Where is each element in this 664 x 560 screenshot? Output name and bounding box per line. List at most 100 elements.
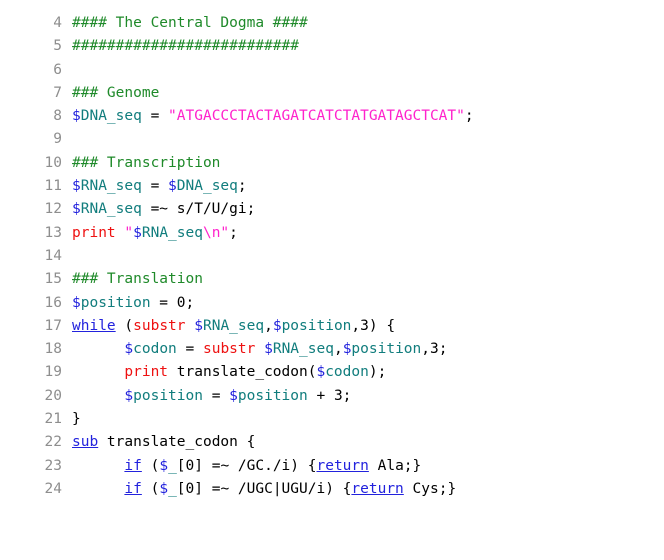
line-number: 5 xyxy=(53,38,62,55)
code-token: $ xyxy=(194,317,203,334)
code-line[interactable]: 5 ########################## xyxy=(0,35,664,58)
code-token: DNA_seq xyxy=(80,108,142,125)
code-line[interactable]: 21} xyxy=(0,408,664,431)
code-token: = xyxy=(141,178,169,195)
line-number: 22 xyxy=(44,434,62,451)
code-line-content[interactable]: ### Transcription xyxy=(62,152,220,175)
line-number: 10 xyxy=(44,154,62,171)
code-token: [0] =~ /GC./i) { xyxy=(176,457,317,474)
code-token: ### Transcription xyxy=(72,154,221,171)
code-line[interactable]: 12 $RNA_seq =~ s/T/U/gi; xyxy=(0,198,664,221)
code-line[interactable]: 15 ### Translation xyxy=(0,268,664,291)
code-token: while xyxy=(72,317,116,334)
code-line[interactable]: 4 #### The Central Dogma #### xyxy=(0,12,664,35)
code-line-content[interactable]: ########################## xyxy=(62,35,299,58)
code-token: ( xyxy=(141,457,160,474)
code-token: $ xyxy=(272,317,282,334)
code-token: ; xyxy=(464,108,474,125)
code-token: , xyxy=(333,341,343,358)
code-token: ### Genome xyxy=(72,84,160,101)
code-line-content[interactable]: $RNA_seq = $DNA_seq; xyxy=(62,175,247,198)
code-line[interactable]: 9 xyxy=(0,128,664,151)
code-line-content[interactable]: } xyxy=(62,408,81,431)
code-token: $ xyxy=(159,457,169,474)
code-line[interactable]: 17 while (substr $RNA_seq,$position,3) { xyxy=(0,315,664,338)
code-token: RNA_seq xyxy=(272,341,334,358)
code-line[interactable]: 10 ### Transcription xyxy=(0,152,664,175)
code-token: return xyxy=(351,480,404,497)
code-token: RNA_seq xyxy=(80,201,142,218)
code-line[interactable]: 11 $RNA_seq = $DNA_seq; xyxy=(0,175,664,198)
code-line-content[interactable]: print translate_codon($codon); xyxy=(62,361,386,384)
line-number: 18 xyxy=(44,341,62,358)
line-number: 4 xyxy=(53,15,62,31)
code-line[interactable]: 23 if ($_[0] =~ /GC./i) {return Ala;} xyxy=(0,455,664,478)
code-token: Ala;} xyxy=(368,457,422,474)
code-line[interactable]: 6 xyxy=(0,59,664,82)
code-line-content[interactable]: #### The Central Dogma #### xyxy=(62,12,308,35)
code-token: ); xyxy=(368,364,387,381)
code-token: _ xyxy=(168,457,177,474)
code-token: RNA_seq xyxy=(80,178,142,195)
code-token: = xyxy=(141,108,169,125)
code-line-content[interactable]: $RNA_seq =~ s/T/U/gi; xyxy=(62,198,255,221)
code-line-content[interactable]: print "$RNA_seq\n"; xyxy=(62,222,238,245)
code-token: ( xyxy=(115,317,134,334)
code-line[interactable]: 22 sub translate_codon { xyxy=(0,431,664,454)
code-token: $ xyxy=(159,480,169,497)
code-token: translate_codon { xyxy=(98,434,256,451)
code-token: , xyxy=(264,317,273,334)
code-token: $ xyxy=(72,178,81,195)
code-token: if xyxy=(124,457,142,474)
code-line[interactable]: 20 $position = $position + 3; xyxy=(0,385,664,408)
code-editor-pane[interactable]: 4 #### The Central Dogma #### 5 ###########… xyxy=(0,0,664,560)
code-token: position xyxy=(351,341,422,358)
line-number: 16 xyxy=(44,294,62,311)
code-token: } xyxy=(72,411,81,428)
code-line-content[interactable]: ### Translation xyxy=(62,268,203,291)
code-token: =~ s/T/U/gi; xyxy=(141,201,256,218)
code-line-content[interactable]: if ($_[0] =~ /UGC|UGU/i) {return Cys;} xyxy=(62,478,456,501)
code-token: position xyxy=(237,387,308,404)
code-line-content[interactable]: $codon = substr $RNA_seq,$position,3; xyxy=(62,338,447,361)
code-token: codon xyxy=(133,341,177,358)
code-token: $ xyxy=(229,387,238,404)
code-token: DNA_seq xyxy=(176,178,238,195)
code-token: _ xyxy=(168,480,177,497)
code-line-content[interactable]: while (substr $RNA_seq,$position,3) { xyxy=(62,315,395,338)
line-number: 12 xyxy=(44,201,62,218)
code-line[interactable]: 19 print translate_codon($codon); xyxy=(0,361,664,384)
code-token: print xyxy=(72,224,116,241)
line-number: 11 xyxy=(44,178,62,195)
code-token: $ xyxy=(72,201,81,218)
code-line-content[interactable]: sub translate_codon { xyxy=(62,431,255,454)
code-line[interactable]: 7 ### Genome xyxy=(0,82,664,105)
code-line-content[interactable]: if ($_[0] =~ /GC./i) {return Ala;} xyxy=(62,455,421,478)
code-line-content[interactable]: ### Genome xyxy=(62,82,159,105)
code-line[interactable]: 8 $DNA_seq = "ATGACCCTACTAGATCATCTATGATAG… xyxy=(0,105,664,128)
code-line[interactable]: 14 xyxy=(0,245,664,268)
line-number: 17 xyxy=(44,317,62,334)
code-line-content[interactable]: $position = $position + 3; xyxy=(62,385,351,408)
code-line-content[interactable]: $DNA_seq = "ATGACCCTACTAGATCATCTATGATAGC… xyxy=(62,105,474,128)
code-token: Cys;} xyxy=(403,480,457,497)
code-line[interactable]: 16 $position = 0; xyxy=(0,292,664,315)
code-token: [0] =~ /UGC|UGU/i) { xyxy=(176,480,352,497)
line-number: 14 xyxy=(44,247,62,264)
code-token: $ xyxy=(72,108,81,125)
code-line[interactable]: 18 $codon = substr $RNA_seq,$position,3; xyxy=(0,338,664,361)
line-number: 7 xyxy=(53,84,62,101)
line-number: 20 xyxy=(44,387,62,404)
line-number: 24 xyxy=(44,480,62,497)
code-token: ,3; xyxy=(421,341,448,358)
code-token: translate_codon( xyxy=(168,364,317,381)
code-token: ; xyxy=(237,178,247,195)
code-line[interactable]: 24 if ($_[0] =~ /UGC|UGU/i) {return Cys;… xyxy=(0,478,664,501)
code-line[interactable]: 13 print "$RNA_seq\n"; xyxy=(0,222,664,245)
code-line-content[interactable]: $position = 0; xyxy=(62,292,194,315)
code-token: $ xyxy=(264,341,273,358)
